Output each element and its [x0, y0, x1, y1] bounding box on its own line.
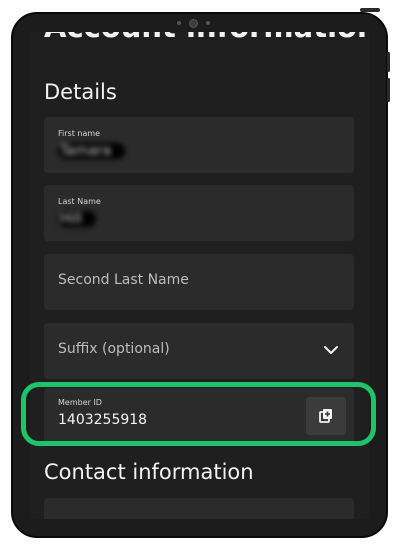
volume-up-button	[387, 52, 390, 72]
member-id-label: Member ID	[58, 398, 102, 407]
member-id-field: Member ID 1403255918	[44, 388, 354, 444]
power-button	[360, 8, 380, 12]
last-name-value: Hill	[58, 211, 97, 227]
chevron-down-icon[interactable]	[322, 341, 340, 359]
camera-sensor	[176, 21, 181, 25]
contact-information-heading: Contact information	[44, 460, 254, 484]
first-name-field[interactable]: First name Tamara	[44, 117, 354, 173]
camera-lens	[188, 18, 198, 28]
front-camera	[168, 18, 218, 28]
page-title: Account information	[44, 32, 369, 44]
suffix-select[interactable]: Suffix (optional)	[44, 323, 354, 379]
copy-member-id-button[interactable]	[306, 397, 346, 435]
details-heading: Details	[44, 80, 117, 104]
copy-add-icon	[319, 409, 332, 423]
suffix-placeholder: Suffix (optional)	[58, 341, 170, 357]
second-last-name-placeholder: Second Last Name	[58, 272, 189, 288]
first-name-value: Tamara	[58, 143, 126, 159]
app-screen: Account information Details First name T…	[30, 32, 369, 519]
last-name-field[interactable]: Last Name Hill	[44, 185, 354, 241]
contact-field[interactable]	[44, 498, 354, 519]
first-name-label: First name	[58, 129, 101, 138]
last-name-label: Last Name	[58, 197, 101, 206]
second-last-name-field[interactable]: Second Last Name	[44, 254, 354, 310]
camera-sensor	[205, 21, 210, 25]
member-id-value: 1403255918	[58, 412, 148, 428]
volume-down-button	[387, 78, 390, 102]
